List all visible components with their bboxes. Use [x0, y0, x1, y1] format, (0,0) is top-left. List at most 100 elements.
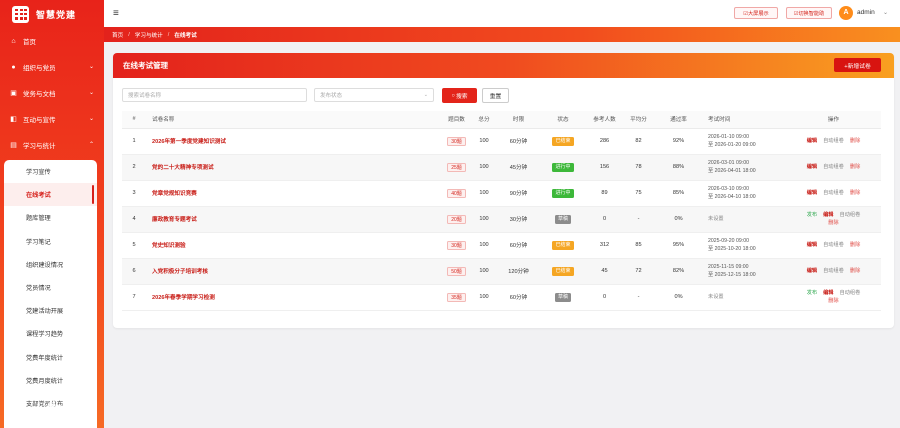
subitem-online-exam[interactable]: 在线考试 — [4, 183, 97, 207]
edit-link[interactable]: 编辑 — [807, 138, 817, 144]
participants: 0 — [585, 206, 624, 233]
col-header: # — [122, 111, 146, 129]
delete-link[interactable]: 删除 — [850, 268, 860, 274]
average-score: 72 — [624, 258, 653, 285]
exam-name[interactable]: 党史知识测验 — [146, 232, 441, 259]
username[interactable]: admin — [857, 9, 875, 16]
question-count-badge: 20题 — [447, 214, 466, 224]
participants: 312 — [585, 232, 624, 259]
status-select[interactable]: 发布状态 ⌄ — [314, 88, 434, 102]
status-select-placeholder: 发布状态 — [320, 93, 343, 99]
exam-management-card: 在线考试管理 +新增试卷 搜索试卷名称 发布状态 ⌄ ○ 搜索 重置 # 试卷名… — [113, 53, 894, 328]
sidebar-item-interaction[interactable]: ◧ 互动与宣传 ⌄ — [0, 106, 104, 132]
auto-compose-link[interactable]: 自动组卷 — [823, 164, 844, 170]
auto-compose-link[interactable]: 自动组卷 — [823, 242, 844, 248]
publish-link[interactable]: 发布 — [807, 212, 817, 218]
exam-name-text: 廉政教育专题考试 — [152, 217, 197, 223]
col-header: 题目数 — [441, 111, 472, 129]
auto-compose-link[interactable]: 自动组卷 — [823, 190, 844, 196]
edit-link[interactable]: 编辑 — [823, 212, 833, 218]
status-cell: 已结束 — [541, 258, 585, 285]
auto-compose-link[interactable]: 自动组卷 — [823, 138, 844, 144]
table-row: 4 廉政教育专题考试 20题 100 30分钟 草稿 0-0% 未设置 发布 编辑 自动组卷 删除 — [122, 206, 881, 233]
auto-compose-link[interactable]: 自动组卷 — [840, 290, 861, 296]
big-screen-button[interactable]: ☑大屏展示 — [734, 7, 778, 19]
subitem-org-building[interactable]: 组织建设情况 — [4, 253, 97, 276]
search-button[interactable]: ○ 搜索 — [442, 88, 477, 103]
col-header: 参考人数 — [585, 111, 624, 129]
edit-link[interactable]: 编辑 — [807, 164, 817, 170]
delete-link[interactable]: 删除 — [850, 242, 860, 248]
edit-link[interactable]: 编辑 — [807, 242, 817, 248]
sidebar-item-organization[interactable]: ● 组织与党员 ⌄ — [0, 54, 104, 80]
subitem-question-bank[interactable]: 题库管理 — [4, 206, 97, 229]
reset-button[interactable]: 重置 — [482, 88, 509, 103]
row-index: 6 — [122, 258, 146, 285]
subitem-course-trend[interactable]: 课程学习趋势 — [4, 322, 97, 345]
add-exam-button[interactable]: +新增试卷 — [834, 58, 881, 72]
total-score: 100 — [472, 232, 496, 259]
question-count-cell: 40题 — [441, 180, 472, 207]
breadcrumb-home[interactable]: 首页 — [112, 31, 123, 39]
subitem-study-promotion[interactable]: 学习宣传 — [4, 160, 97, 183]
chevron-down-icon: ⌄ — [88, 116, 94, 122]
total-score: 100 — [472, 128, 496, 155]
exam-start-time: 2026-01-10 09:00 — [708, 134, 749, 140]
row-actions: 编辑 自动组卷 删除 — [786, 154, 881, 181]
exam-name-text: 2026年春季学期学习检测 — [152, 295, 215, 301]
app-logo[interactable]: 智慧党建 — [0, 0, 104, 28]
subitem-fee-yearly[interactable]: 党费年度统计 — [4, 346, 97, 369]
delete-link[interactable]: 删除 — [828, 220, 838, 226]
question-count-cell: 30题 — [441, 232, 472, 259]
exam-name[interactable]: 党章党规知识竞赛 — [146, 180, 441, 207]
status-badge: 已结束 — [552, 240, 574, 250]
status-cell: 进行中 — [541, 154, 585, 181]
exam-name[interactable]: 廉政教育专题考试 — [146, 206, 441, 233]
col-header: 考试时间 — [704, 111, 786, 129]
breadcrumb-section[interactable]: 学习与统计 — [135, 31, 163, 39]
doc-icon: ▣ — [10, 89, 17, 97]
watermark-text: 大数跨境 — [31, 401, 96, 419]
exam-name[interactable]: 入党积极分子培训考核 — [146, 258, 441, 285]
delete-link[interactable]: 删除 — [828, 298, 838, 304]
publish-link[interactable]: 发布 — [807, 290, 817, 296]
assistant-button[interactable]: ☑切换智能助 — [786, 7, 832, 19]
question-count-badge: 40题 — [447, 188, 466, 198]
average-score: 82 — [624, 128, 653, 155]
pass-rate: 85% — [653, 180, 704, 207]
exam-name[interactable]: 2026年春季学期学习检测 — [146, 284, 441, 311]
edit-link[interactable]: 编辑 — [807, 268, 817, 274]
sidebar-item-affairs[interactable]: ▣ 党务与文档 ⌄ — [0, 80, 104, 106]
exam-time-unset: 未设置 — [708, 216, 724, 222]
total-score: 100 — [472, 154, 496, 181]
row-index: 4 — [122, 206, 146, 233]
avatar[interactable]: A — [839, 6, 853, 20]
time-limit: 30分钟 — [496, 206, 541, 233]
subitem-fee-monthly[interactable]: 党费月度统计 — [4, 369, 97, 392]
exam-start-time: 2026-03-01 09:00 — [708, 160, 749, 166]
exam-time: 2026-03-10 09:00 至 2026-04-10 18:00 — [704, 180, 786, 207]
delete-link[interactable]: 删除 — [850, 190, 860, 196]
sidebar-item-study[interactable]: ▤ 学习与统计 ⌃ — [0, 132, 104, 158]
col-header: 时限 — [496, 111, 541, 129]
chevron-down-icon[interactable]: ⌄ — [883, 9, 888, 16]
edit-link[interactable]: 编辑 — [807, 190, 817, 196]
auto-compose-link[interactable]: 自动组卷 — [823, 268, 844, 274]
page-title: 在线考试管理 — [123, 61, 168, 70]
exam-name[interactable]: 2026年第一季度党建知识测试 — [146, 128, 441, 155]
exam-name[interactable]: 党的二十大精神专项测试 — [146, 154, 441, 181]
average-score: - — [624, 206, 653, 233]
average-score: 78 — [624, 154, 653, 181]
delete-link[interactable]: 删除 — [850, 138, 860, 144]
status-cell: 草稿 — [541, 284, 585, 311]
auto-compose-link[interactable]: 自动组卷 — [840, 212, 861, 218]
menu-toggle-icon[interactable]: ≡ — [113, 8, 119, 19]
delete-link[interactable]: 删除 — [850, 164, 860, 170]
row-actions: 编辑 自动组卷 删除 — [786, 232, 881, 259]
subitem-activities[interactable]: 党建活动开展 — [4, 299, 97, 322]
edit-link[interactable]: 编辑 — [823, 290, 833, 296]
search-input[interactable]: 搜索试卷名称 — [122, 88, 307, 102]
sidebar-item-home[interactable]: ⌂ 首页 — [0, 28, 104, 54]
subitem-study-notes[interactable]: 学习笔记 — [4, 230, 97, 253]
subitem-member-status[interactable]: 党员情况 — [4, 276, 97, 299]
